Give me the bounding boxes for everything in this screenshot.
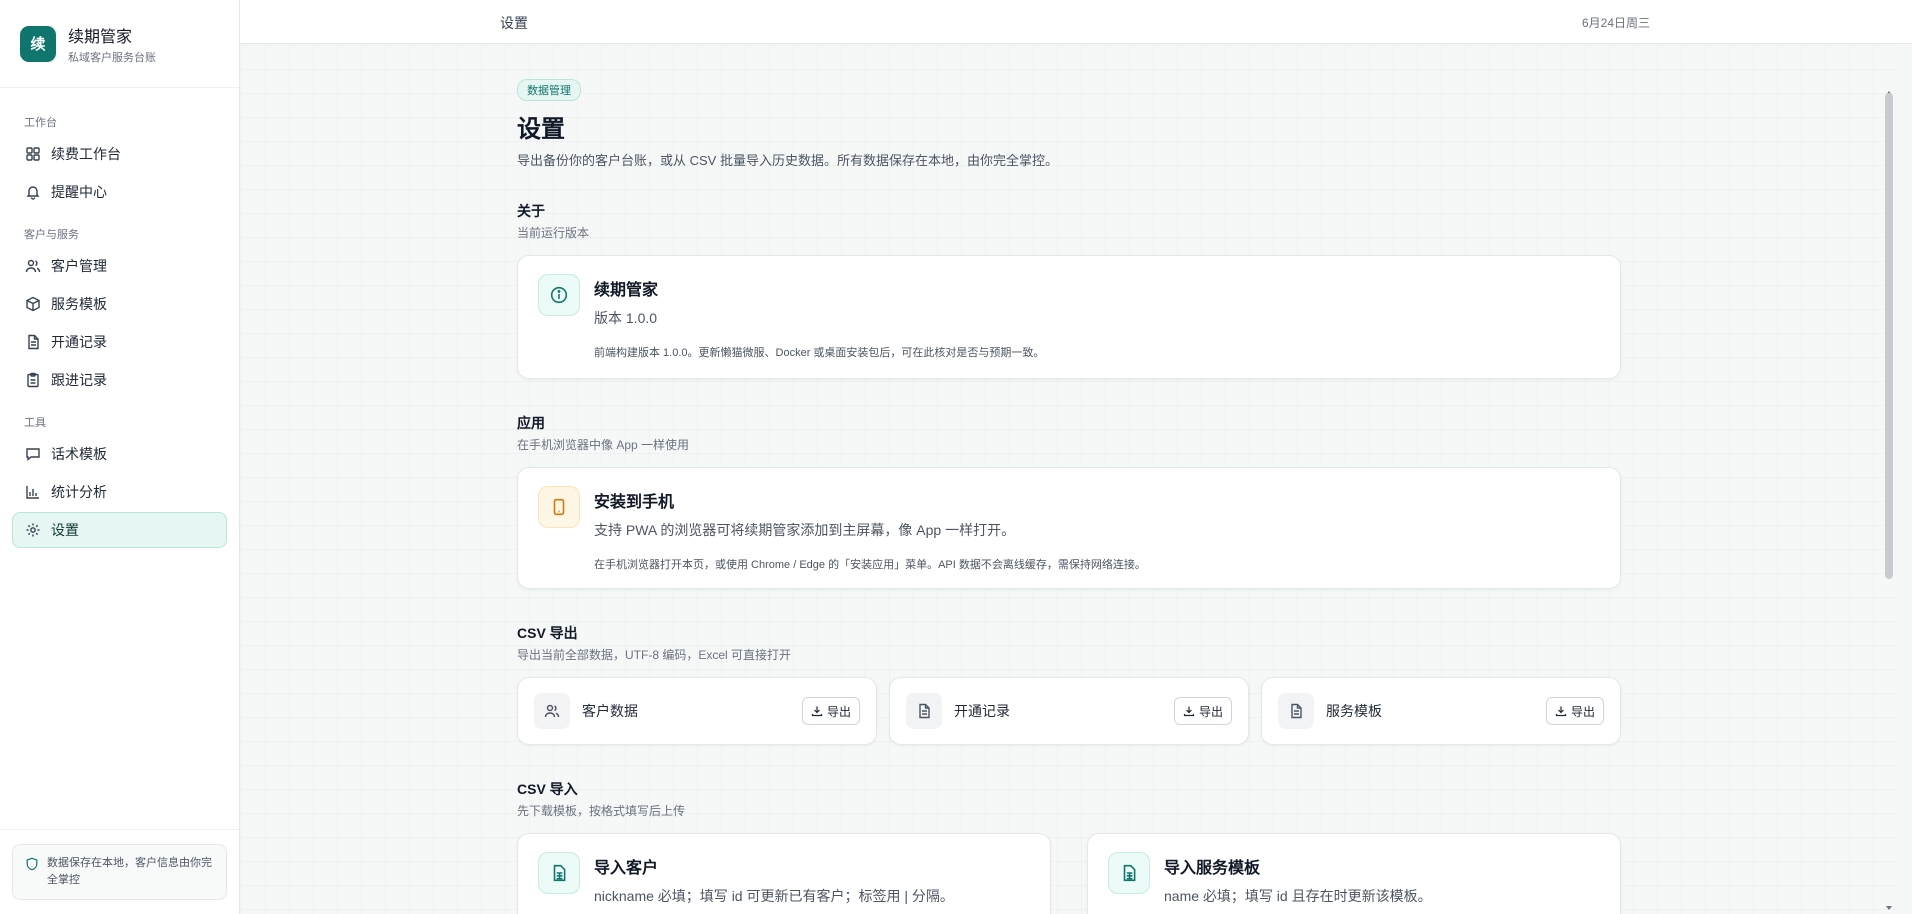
dashboard-icon [26,147,40,161]
document-icon [1278,693,1314,729]
info-icon [538,274,580,316]
about-section: 关于 当前运行版本 续期管家 版本 1.0.0 前端构建版本 1.0.0。更新懒… [517,201,1621,379]
topbar-date: 6月24日周三 [1582,16,1651,30]
bar-chart-icon [26,486,39,499]
export-customers-button[interactable]: 导出 [801,697,860,725]
sidebar-item-label: 话术模板 [51,446,107,462]
sidebar-item-label: 开通记录 [51,334,107,350]
page-title: 设置 [517,114,565,143]
csv-import-section: CSV 导入 先下载模板，按格式填写后上传 导入客户 nickname 必填；填… [517,779,1621,914]
import-description: name 必填；填写 id 且存在时更新该模板。 [1164,888,1432,904]
import-title: 导入服务模板 [1164,860,1261,877]
export-card-activation-records: 开通记录 导出 [889,677,1249,745]
sidebar-item-reminders[interactable]: 提醒中心 [12,174,227,210]
sidebar-item-label: 续费工作台 [51,146,121,162]
sidebar-item-renewal-workbench[interactable]: 续费工作台 [12,136,227,172]
section-subtitle: 当前运行版本 [517,226,590,240]
export-name: 客户数据 [582,703,638,719]
privacy-note: 数据保存在本地，客户信息由你完全掌控 [12,844,227,900]
export-activation-records-button[interactable]: 导出 [1173,697,1232,725]
topbar: 设置 6月24日周三 [240,0,1912,44]
message-icon [26,448,40,461]
install-description: 支持 PWA 的浏览器可将续期管家添加到主屏幕，像 App 一样打开。 [594,522,1016,538]
page-tag: 数据管理 [517,79,581,101]
import-title: 导入客户 [594,860,659,877]
sidebar-nav: 工作台 续费工作台 提醒中心 客户与服务 客户管理 服务模板 开通记录 跟进记录… [0,88,239,829]
sidebar-item-followup-records[interactable]: 跟进记录 [12,362,227,398]
clipboard-icon [27,372,39,388]
brand-subtitle: 私域客户服务台账 [68,51,156,64]
export-name: 开通记录 [954,703,1010,719]
users-icon [534,693,570,729]
download-icon [1183,706,1195,717]
page-description: 导出备份你的客户台账，或从 CSV 批量导入历史数据。所有数据保存在本地，由你完… [517,153,1058,168]
nav-section-tools: 工具 [24,417,46,429]
section-title: 应用 [517,415,545,431]
about-card: 续期管家 版本 1.0.0 前端构建版本 1.0.0。更新懒猫微服、Docker… [517,255,1621,379]
export-button-label: 导出 [1570,704,1595,719]
privacy-note-text: 数据保存在本地，客户信息由你完全掌控 [47,857,212,886]
csv-export-section: CSV 导出 导出当前全部数据，UTF-8 编码，Excel 可直接打开 客户数… [517,623,1621,745]
import-card-service-templates: 导入服务模板 name 必填；填写 id 且存在时更新该模板。 [1087,833,1621,914]
about-app-name: 续期管家 [594,282,659,299]
section-subtitle: 在手机浏览器中像 App 一样使用 [517,438,690,452]
export-service-templates-button[interactable]: 导出 [1545,697,1604,725]
sidebar-item-settings[interactable]: 设置 [12,512,227,548]
install-title: 安装到手机 [594,494,675,511]
sidebar-item-label: 设置 [51,522,79,538]
about-version: 版本 1.0.0 [594,310,658,326]
export-card-service-templates: 服务模板 导出 [1261,677,1621,745]
section-title: CSV 导出 [517,625,578,641]
sidebar-item-customers[interactable]: 客户管理 [12,248,227,284]
install-note: 在手机浏览器打开本页，或使用 Chrome / Edge 的「安装应用」菜单。A… [594,559,1146,571]
document-icon [28,334,39,350]
section-title: 关于 [517,203,545,219]
section-title: CSV 导入 [517,781,578,797]
brand[interactable]: 续 续期管家 私域客户服务台账 [0,0,239,88]
sidebar-item-label: 服务模板 [51,296,107,312]
sidebar-item-activation-records[interactable]: 开通记录 [12,324,227,360]
brand-name: 续期管家 [68,26,133,46]
spreadsheet-icon [538,852,580,894]
main-content: 数据管理 设置 导出备份你的客户台账，或从 CSV 批量导入历史数据。所有数据保… [241,45,1897,914]
brand-logo: 续 [20,25,56,62]
download-icon [1555,706,1567,717]
box-icon [26,296,40,312]
scrollbar-thumb[interactable] [1885,93,1893,579]
export-card-customers: 客户数据 导出 [517,677,877,745]
section-subtitle: 导出当前全部数据，UTF-8 编码，Excel 可直接打开 [517,648,792,662]
sidebar-item-script-templates[interactable]: 话术模板 [12,436,227,472]
sidebar-item-label: 统计分析 [51,484,107,500]
nav-section-customers: 客户与服务 [24,229,79,241]
download-icon [811,706,823,717]
sidebar-item-statistics[interactable]: 统计分析 [12,474,227,510]
shield-icon [26,857,38,871]
import-description: nickname 必填；填写 id 可更新已有客户；标签用 | 分隔。 [594,888,954,904]
settings-content: 数据管理 设置 导出备份你的客户台账，或从 CSV 批量导入历史数据。所有数据保… [517,79,1621,914]
nav-section-workbench: 工作台 [24,117,57,129]
scrollbar-down-arrow[interactable] [1886,906,1892,910]
gear-icon [26,523,40,537]
document-icon [906,693,942,729]
bell-icon [26,186,40,200]
smartphone-icon [538,486,580,528]
sidebar-item-label: 客户管理 [51,258,107,274]
sidebar: 续 续期管家 私域客户服务台账 工作台 续费工作台 提醒中心 客户与服务 客户管… [0,0,240,914]
app-section: 应用 在手机浏览器中像 App 一样使用 安装到手机 支持 PWA 的浏览器可将… [517,413,1621,589]
topbar-title: 设置 [500,15,528,31]
sidebar-footer: 数据保存在本地，客户信息由你完全掌控 [0,829,239,914]
about-note: 前端构建版本 1.0.0。更新懒猫微服、Docker 或桌面安装包后，可在此核对… [594,347,1045,359]
export-button-label: 导出 [826,704,851,719]
spreadsheet-icon [1108,852,1150,894]
install-card: 安装到手机 支持 PWA 的浏览器可将续期管家添加到主屏幕，像 App 一样打开… [517,467,1621,589]
sidebar-item-label: 提醒中心 [51,184,107,200]
sidebar-item-label: 跟进记录 [51,372,107,388]
section-subtitle: 先下载模板，按格式填写后上传 [517,804,686,818]
sidebar-item-service-templates[interactable]: 服务模板 [12,286,227,322]
users-icon [25,259,41,273]
import-card-customers: 导入客户 nickname 必填；填写 id 可更新已有客户；标签用 | 分隔。 [517,833,1051,914]
export-name: 服务模板 [1326,703,1382,719]
export-button-label: 导出 [1198,704,1223,719]
